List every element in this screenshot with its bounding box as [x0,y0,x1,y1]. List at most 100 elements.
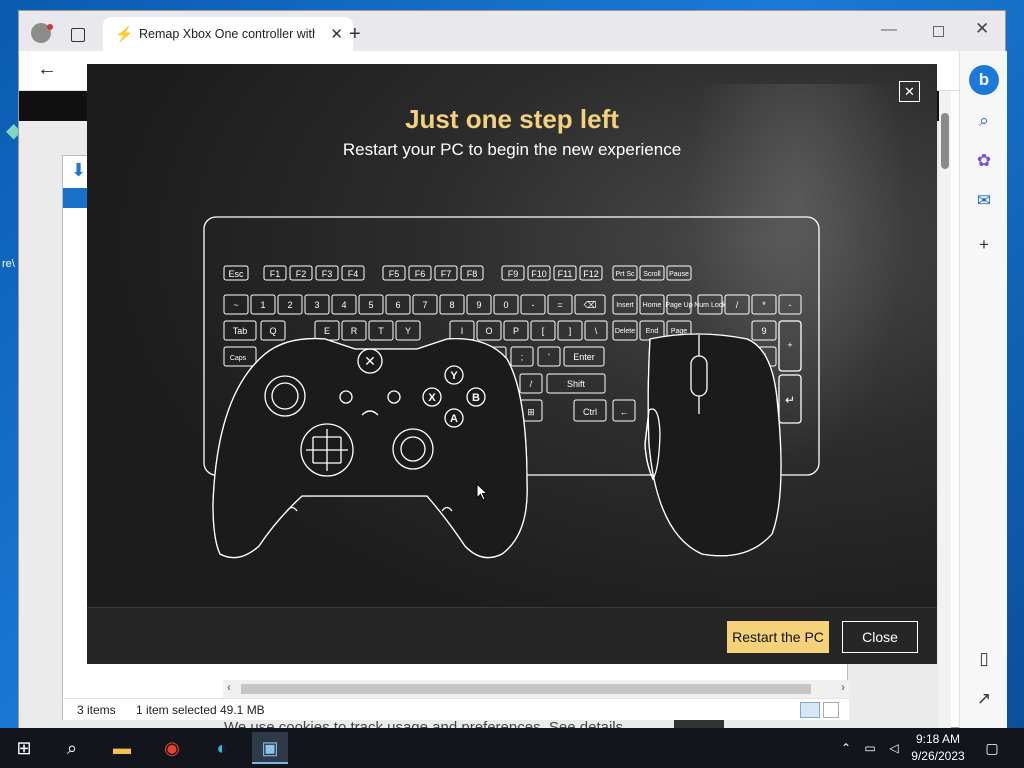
maximize-button[interactable] [933,26,944,37]
clock-date[interactable]: 9/26/2023 [908,749,968,763]
svg-text:F6: F6 [415,269,426,279]
start-windows-icon[interactable]: ⊞ [6,732,42,764]
y-button: Y [450,370,458,382]
svg-text:F10: F10 [531,269,547,279]
svg-text:Shift: Shift [567,379,586,389]
svg-text:F9: F9 [508,269,519,279]
volume-icon[interactable]: ◁ [884,732,904,764]
svg-text:-: - [532,300,535,310]
windows-icon: ⊞ [527,407,535,417]
svg-text:F3: F3 [322,269,333,279]
page-scrollbar[interactable] [939,91,951,729]
b-button: B [472,392,480,404]
backspace-icon: ⌫ [584,300,597,310]
qwerty-row: Tab Q E R T Y I O P [ ] \ [223,320,608,341]
svg-text:7: 7 [422,300,427,310]
new-tab-button[interactable]: + [349,23,361,46]
svg-text:9: 9 [476,300,481,310]
svg-text:+: + [787,340,792,350]
svg-text:O: O [485,326,492,336]
file-explorer-icon[interactable]: ▬ [104,732,140,764]
clock-time[interactable]: 9:18 AM [908,732,968,746]
scroll-thumb[interactable] [241,684,811,694]
status-size: 49.1 MB [220,703,265,717]
left-arrow-icon: ← [620,407,629,417]
svg-text:Ctrl: Ctrl [583,407,597,417]
nav-cluster: Insert Home Page Up Delete End Page [612,294,693,341]
add-sidebar-icon[interactable]: + [960,231,1008,259]
search-icon[interactable]: ⌕ [960,107,1008,135]
x-button: X [428,392,436,404]
svg-text:;: ; [521,352,524,362]
bottom-row: ⊞ Ctrl ← [519,399,636,422]
network-icon[interactable]: ▭ [860,732,880,764]
restart-dialog: Esc F1 F2 F3 F4 F5 F6 F7 F8 F9 F10 F11 F… [87,64,937,664]
tab-actions-icon[interactable] [71,28,85,42]
svg-text:[: [ [542,326,545,336]
svg-text:Pause: Pause [669,271,689,278]
split-screen-icon[interactable]: ▯ [960,645,1008,673]
bing-icon: b [969,65,999,95]
mouse-cursor-icon [476,483,488,501]
large-icons-view-button[interactable] [823,702,839,718]
svg-text:1: 1 [260,300,265,310]
svg-text:F8: F8 [467,269,478,279]
details-view-button[interactable] [800,702,820,718]
scroll-thumb[interactable] [941,113,949,169]
close-button[interactable]: Close [842,621,918,653]
svg-text:Page Up: Page Up [665,302,692,309]
a-button: A [450,413,458,425]
tab-close-button[interactable]: ✕ [330,25,343,43]
modal-footer: Restart the PC Close [87,607,937,664]
svg-text:8: 8 [449,300,454,310]
scroll-right-icon[interactable]: › [841,680,845,694]
svg-text:=: = [557,300,562,310]
bing-copilot-button[interactable]: b [960,65,1008,95]
tab-title: Remap Xbox One controller with [139,27,315,41]
svg-text:3: 3 [314,300,319,310]
restart-pc-button[interactable]: Restart the PC [727,621,829,653]
svg-text:Scroll: Scroll [643,271,661,278]
search-icon[interactable]: ⌕ [54,732,90,764]
tab-remap-xbox[interactable]: ⚡ Remap Xbox One controller with ✕ [103,17,353,51]
notification-center-icon[interactable]: ▢ [978,732,1006,764]
svg-text:2: 2 [287,300,292,310]
modal-title: Just one step left [405,104,619,134]
outlook-icon[interactable]: ✉ [960,187,1008,215]
chrome-icon[interactable]: ◉ [154,732,190,764]
svg-text:F5: F5 [389,269,400,279]
svg-text:F11: F11 [558,269,573,279]
installer-app-icon[interactable]: ▣ [252,732,288,764]
edge-icon[interactable]: ◐ [204,732,240,764]
games-icon[interactable]: ✿ [960,147,1008,175]
horizontal-scrollbar[interactable]: ‹ › [223,680,849,698]
scroll-left-icon[interactable]: ‹ [227,680,231,694]
svg-text:P: P [513,326,519,336]
svg-text:]: ] [569,326,572,336]
svg-text:Prt Sc: Prt Sc [615,271,635,278]
svg-text:4: 4 [341,300,346,310]
svg-text:\: \ [595,326,598,336]
svg-text:F1: F1 [270,269,281,279]
lightning-icon: ⚡ [115,26,134,43]
taskbar: ⊞ ⌕ ▬ ◉ ◐ ▣ ⌃ ▭ ◁ 9:18 AM 9/26/2023 ▢ [0,728,1024,768]
tab-bar: ⚡ Remap Xbox One controller with ✕ + — ✕ [19,11,1005,51]
external-link-icon[interactable]: ↗ [960,685,1008,713]
svg-text:Home: Home [643,302,662,309]
svg-text:Enter: Enter [573,352,595,362]
minimize-button[interactable]: — [881,21,897,39]
svg-text:': ' [548,352,550,362]
svg-text:Caps: Caps [230,355,247,362]
back-button[interactable]: ← [37,58,57,81]
numpad-enter-icon: ↵ [785,393,795,407]
svg-text:-: - [789,300,792,310]
chevron-up-icon[interactable]: ⌃ [836,732,856,764]
svg-text:/: / [736,300,739,310]
window-close-button[interactable]: ✕ [975,19,989,39]
modal-close-button[interactable]: ✕ [899,81,920,102]
desktop-icon-label[interactable]: re\ [2,258,15,270]
svg-text:F4: F4 [348,269,359,279]
svg-text:Delete: Delete [615,328,635,335]
xbox-x-glyph: ✕ [364,353,376,369]
svg-text:*: * [762,300,766,310]
